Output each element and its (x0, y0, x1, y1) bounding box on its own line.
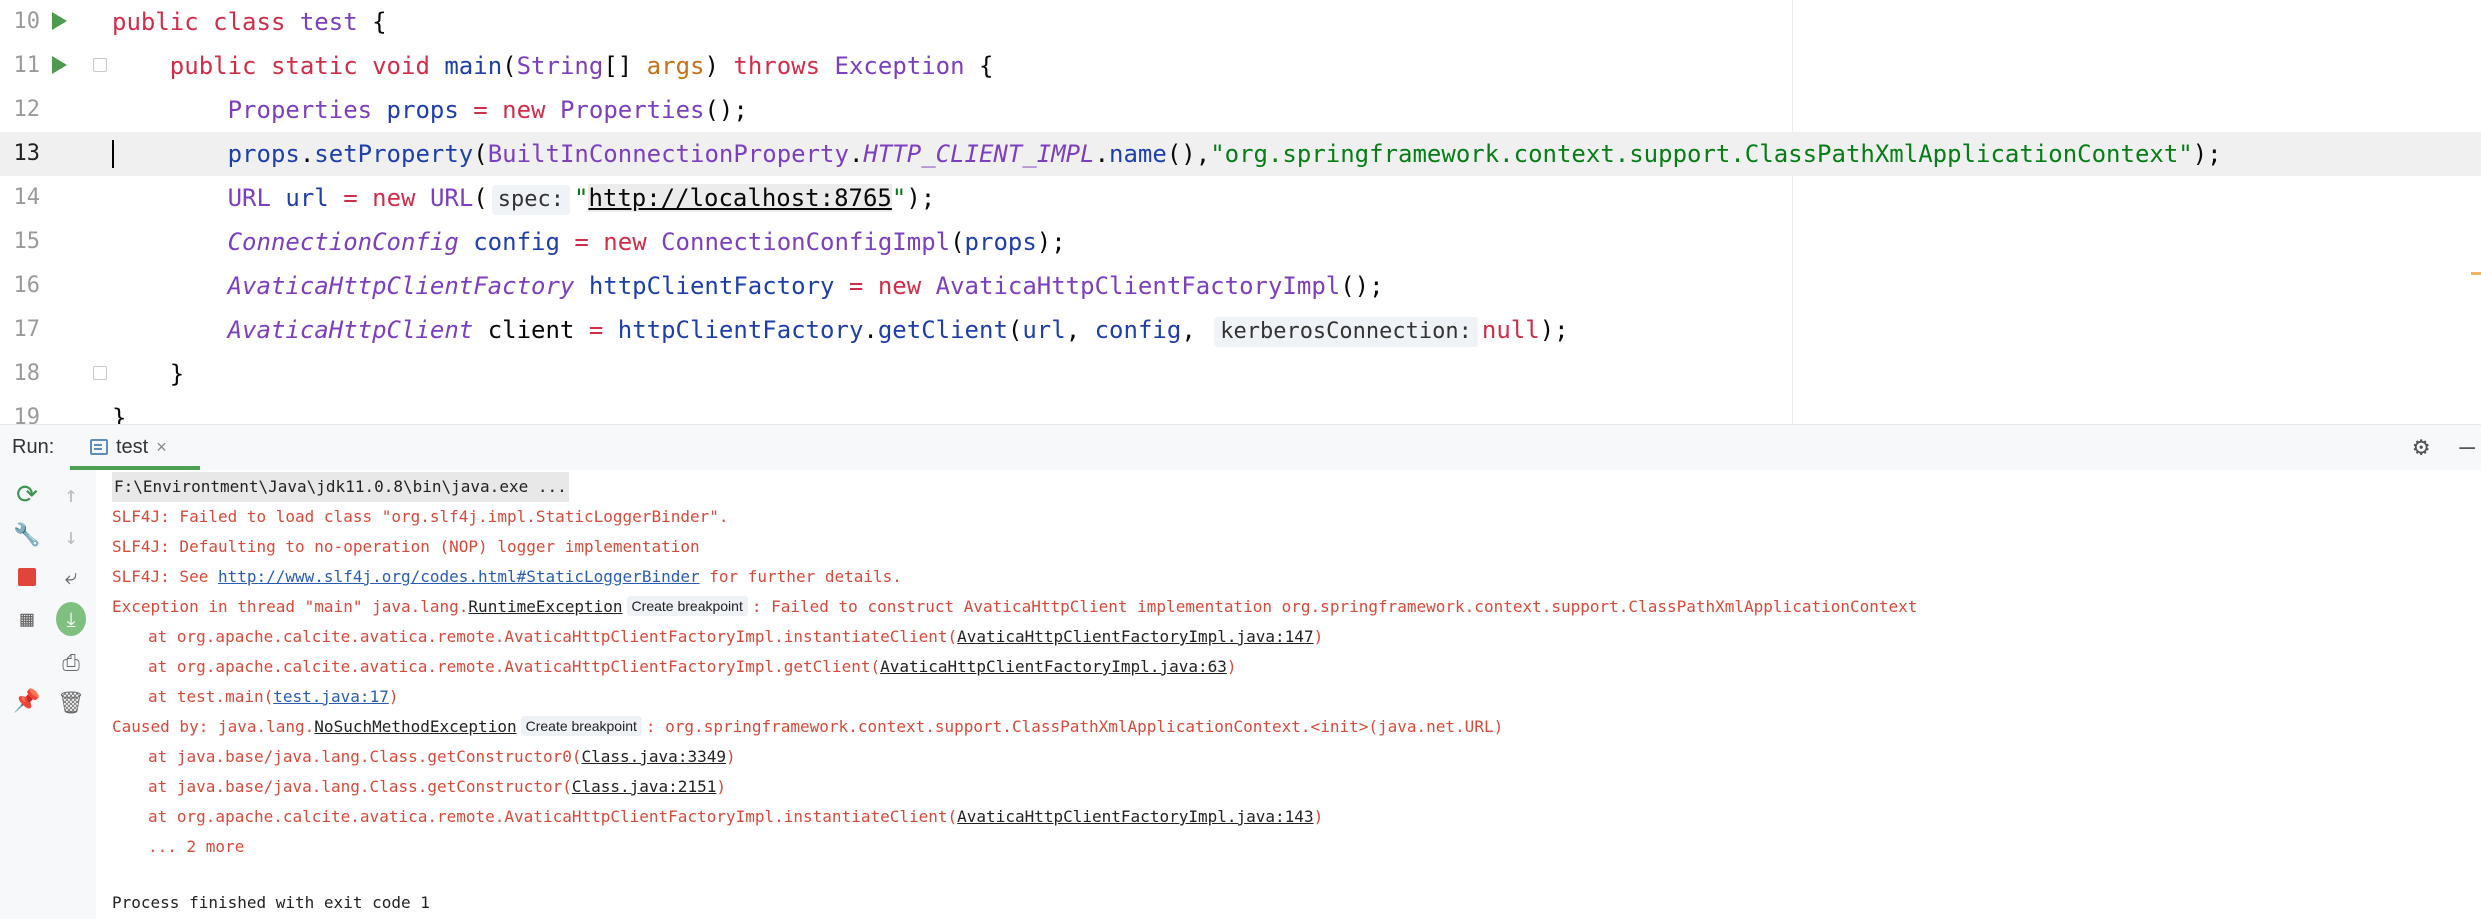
stacktrace-line: at java.base/java.lang.Class.getConstruc… (148, 777, 726, 796)
source-link[interactable]: AvaticaHttpClientFactoryImpl.java:63 (880, 657, 1227, 676)
slf4j-docs-link[interactable]: http://www.slf4j.org/codes.html#StaticLo… (218, 567, 700, 586)
source-link[interactable]: Class.java:3349 (581, 747, 726, 766)
code-text[interactable]: AvaticaHttpClientFactory httpClientFacto… (112, 264, 1384, 308)
code-line-17[interactable]: 17 AvaticaHttpClient client = httpClient… (0, 308, 2481, 352)
console-output[interactable]: F:\Environtment\Java\jdk11.0.8\bin\java.… (96, 470, 2481, 919)
code-line-16[interactable]: 16 AvaticaHttpClientFactory httpClientFa… (0, 264, 2481, 308)
line-number: 18 (13, 361, 41, 386)
console-icon (90, 439, 108, 455)
create-breakpoint-button[interactable]: Create breakpoint (626, 596, 748, 616)
stacktrace-line: at test.main(test.java:17) (148, 687, 399, 706)
console-caused-by-line: Caused by: java.lang.NoSuchMethodExcepti… (112, 716, 1504, 736)
fold-icon[interactable] (93, 366, 107, 380)
code-text[interactable]: URL url = new URL(spec: "http://localhost… (112, 176, 935, 220)
up-arrow-icon[interactable]: ↑ (56, 480, 86, 510)
line-number: 17 (13, 317, 41, 342)
parameter-hint: spec: (491, 185, 570, 215)
code-line-10[interactable]: 10 public class test { (0, 0, 2481, 44)
code-text[interactable]: public class test { (112, 0, 387, 44)
rerun-icon[interactable]: ⟳ (12, 480, 42, 510)
line-number: 14 (13, 185, 41, 210)
line-number: 12 (13, 97, 41, 122)
code-text[interactable]: AvaticaHttpClient client = httpClientFac… (112, 308, 1569, 352)
line-number: 13 (13, 141, 41, 166)
exception-class-link[interactable]: RuntimeException (468, 597, 622, 616)
line-number: 11 (13, 53, 41, 78)
layout-icon[interactable]: ▦ (12, 604, 42, 634)
code-text[interactable]: } (112, 352, 184, 396)
process-exit-line: Process finished with exit code 1 (112, 893, 430, 912)
code-text[interactable]: ConnectionConfig config = new Connection… (112, 220, 1066, 264)
pin-icon[interactable]: 📌 (12, 686, 42, 716)
fold-icon[interactable] (93, 58, 107, 72)
source-link[interactable]: test.java:17 (273, 687, 389, 706)
code-line-15[interactable]: 15 ConnectionConfig config = new Connect… (0, 220, 2481, 264)
stacktrace-line: at java.base/java.lang.Class.getConstruc… (148, 747, 736, 766)
url-literal[interactable]: http://localhost:8765 (588, 184, 892, 212)
stacktrace-line: at org.apache.calcite.avatica.remote.Ava… (148, 657, 1237, 676)
line-number: 10 (13, 9, 41, 34)
stacktrace-line: at org.apache.calcite.avatica.remote.Ava… (148, 807, 1324, 826)
exception-class-link[interactable]: NoSuchMethodException (314, 717, 516, 736)
console-exception-line: Exception in thread "main" java.lang.Run… (112, 596, 1918, 616)
source-link[interactable]: AvaticaHttpClientFactoryImpl.java:147 (957, 627, 1313, 646)
code-text[interactable]: } (112, 396, 126, 424)
stop-icon (18, 568, 36, 586)
tab-label: test (116, 435, 149, 458)
run-gutter-icon[interactable] (52, 12, 67, 30)
source-link[interactable]: Class.java:2151 (572, 777, 717, 796)
print-icon[interactable]: ⎙ (56, 648, 86, 678)
close-icon[interactable]: × (156, 437, 167, 458)
line-number: 15 (13, 229, 41, 254)
code-line-14[interactable]: 14 URL url = new URL(spec: "http://localh… (0, 176, 2481, 220)
scroll-to-end-icon: ⤓ (56, 602, 86, 636)
run-gutter-icon[interactable] (52, 56, 67, 74)
code-line-18[interactable]: 18 } (0, 352, 2481, 396)
parameter-hint: kerberosConnection: (1214, 317, 1478, 347)
line-number: 16 (13, 273, 41, 298)
console-line: SLF4J: Defaulting to no-operation (NOP) … (112, 537, 700, 556)
down-arrow-icon[interactable]: ↓ (56, 522, 86, 552)
console-line: SLF4J: See http://www.slf4j.org/codes.ht… (112, 567, 902, 586)
code-text[interactable]: public static void main(String[] args) t… (112, 44, 994, 88)
console-command-line[interactable]: F:\Environtment\Java\jdk11.0.8\bin\java.… (112, 472, 569, 502)
code-editor[interactable]: 10 public class test { 11 public static … (0, 0, 2481, 424)
code-line-12[interactable]: 12 Properties props = new Properties(); (0, 88, 2481, 132)
run-label: Run: (12, 436, 55, 458)
run-toolwindow-header: Run: test × ⚙ — (0, 424, 2481, 470)
soft-wrap-icon[interactable]: ⤶ (56, 562, 86, 592)
wrench-icon[interactable]: 🔧 (12, 520, 42, 550)
source-link[interactable]: AvaticaHttpClientFactoryImpl.java:143 (957, 807, 1313, 826)
stacktrace-line: at org.apache.calcite.avatica.remote.Ava… (148, 627, 1324, 646)
create-breakpoint-button[interactable]: Create breakpoint (520, 716, 642, 736)
line-number: 19 (13, 405, 41, 424)
minimize-icon[interactable]: — (2459, 433, 2475, 461)
code-line-19[interactable]: 19 } (0, 396, 2481, 424)
run-toolbar: ⟳ ↑ 🔧 ↓ ⤶ ▦ ⤓ ⎙ 📌 🗑 (0, 470, 96, 919)
trash-icon[interactable]: 🗑 (56, 688, 86, 718)
gear-icon[interactable]: ⚙ (2413, 433, 2429, 461)
stop-button[interactable] (12, 562, 42, 592)
scroll-to-end-button[interactable]: ⤓ (56, 602, 86, 636)
code-text[interactable]: Properties props = new Properties(); (112, 88, 748, 132)
console-line: SLF4J: Failed to load class "org.slf4j.i… (112, 507, 729, 526)
code-line-11[interactable]: 11 public static void main(String[] args… (0, 44, 2481, 88)
tab-test[interactable]: test × (84, 425, 173, 469)
stacktrace-more[interactable]: ... 2 more (148, 832, 244, 862)
code-line-13-current[interactable]: 13 props.setProperty(BuiltInConnectionPr… (0, 132, 2481, 176)
code-text[interactable]: props.setProperty(BuiltInConnectionPrope… (112, 132, 2222, 176)
